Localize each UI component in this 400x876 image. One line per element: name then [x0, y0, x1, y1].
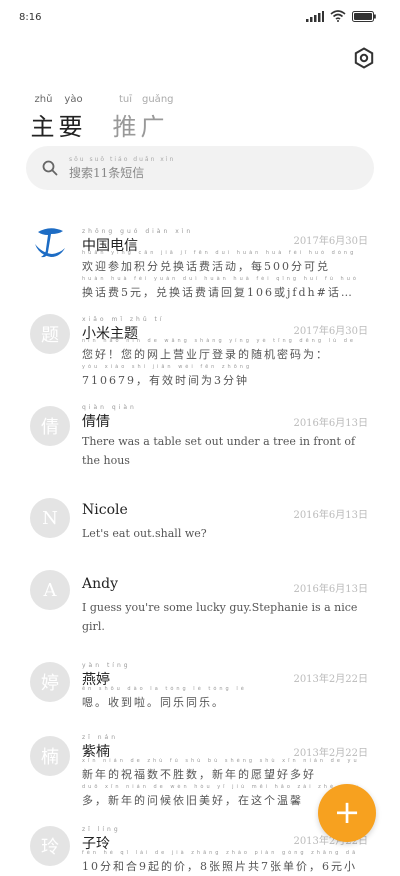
tab-main[interactable]: zhǔ yào 主要: [30, 94, 87, 142]
avatar: 婷: [30, 662, 70, 702]
settings-button[interactable]: [350, 44, 378, 72]
conversation-item[interactable]: 题 xiǎo mǐ zhǔ tí 小米主题 2017年6月30日 nín hǎo…: [0, 310, 400, 387]
conversation-date: 2016年6月13日: [293, 584, 368, 595]
conversation-preview: xīn nián de zhù fú shù bù shèng shù xīn …: [82, 758, 358, 807]
plus-icon: +: [333, 792, 361, 831]
conversation-preview: I guess you're some lucky guy.Stephanie …: [82, 601, 358, 633]
search-icon: [42, 160, 58, 176]
conversation-name: Andy: [82, 576, 118, 592]
conversation-preview: ēn shōu dào la tóng lè tóng lè 嗯。收到啦。同乐同…: [82, 686, 247, 709]
tab-promotions-label: 推广: [112, 113, 169, 141]
status-time: 8:16: [19, 12, 42, 23]
china-telecom-logo: [30, 222, 70, 262]
tab-main-pinyin: zhǔ yào: [34, 94, 83, 105]
conversation-date: 2016年6月13日: [293, 510, 368, 521]
conversation-date: 2016年6月13日: [293, 418, 368, 429]
tab-main-label: 主要: [30, 113, 87, 141]
search-bar[interactable]: sōu suǒ tiáo duǎn xìn 搜索11条短信: [26, 146, 374, 190]
avatar: 倩: [30, 406, 70, 446]
conversation-item[interactable]: 倩 qiàn qiàn 倩倩 2016年6月13日 There was a ta…: [0, 404, 400, 474]
conversation-preview: Let's eat out.shall we?: [82, 527, 207, 540]
conversation-date: 2017年6月30日: [293, 326, 368, 337]
avatar: 楠: [30, 736, 70, 776]
conversation-name: zǐ nán 紫楠: [82, 734, 119, 760]
conversation-date: 2013年2月22日: [293, 748, 368, 759]
conversation-date: 2017年6月30日: [293, 236, 368, 247]
status-icons: [306, 10, 376, 22]
wifi-icon: [330, 10, 346, 22]
conversation-item[interactable]: A Andy 2016年6月13日 I guess you're some lu…: [0, 568, 400, 638]
tab-promotions[interactable]: tuī guǎng 推广: [112, 94, 174, 142]
conversation-name: yàn tíng 燕婷: [82, 662, 131, 688]
search-placeholder: sōu suǒ tiáo duǎn xìn 搜索11条短信: [69, 155, 176, 180]
gear-icon: [354, 47, 374, 69]
avatar: 玲: [30, 826, 70, 866]
status-bar: 8:16: [0, 0, 400, 36]
conversation-item[interactable]: zhōng guó diàn xìn 中国电信 2017年6月30日 huān …: [0, 214, 400, 299]
avatar: N: [30, 498, 70, 538]
conversation-preview: fèn hé qǐ lái de jià zhāng zhào piàn gòn…: [82, 850, 358, 873]
conversation-date: 2013年2月22日: [293, 674, 368, 685]
battery-icon: [352, 10, 376, 22]
conversation-name: Nicole: [82, 502, 128, 518]
signal-icon: [306, 10, 324, 22]
conversation-preview: nín hǎo nín de wǎng shàng yíng yè tīng d…: [82, 338, 358, 387]
telecom-logo-icon: [35, 228, 65, 258]
conversation-item[interactable]: N Nicole 2016年6月13日 Let's eat out.shall …: [0, 496, 400, 546]
conversation-name: qiàn qiàn 倩倩: [82, 404, 137, 430]
conversation-preview: huān yíng cān jiā jī fēn duì huàn huà fè…: [82, 250, 358, 299]
conversation-preview: There was a table set out under a tree i…: [82, 435, 356, 467]
conversation-name: zǐ líng 子玲: [82, 826, 121, 852]
avatar: 题: [30, 314, 70, 354]
new-message-button[interactable]: +: [318, 784, 376, 842]
tab-promotions-pinyin: tuī guǎng: [118, 94, 174, 105]
conversation-item[interactable]: 婷 yàn tíng 燕婷 2013年2月22日 ēn shōu dào la …: [0, 660, 400, 716]
avatar: A: [30, 570, 70, 610]
